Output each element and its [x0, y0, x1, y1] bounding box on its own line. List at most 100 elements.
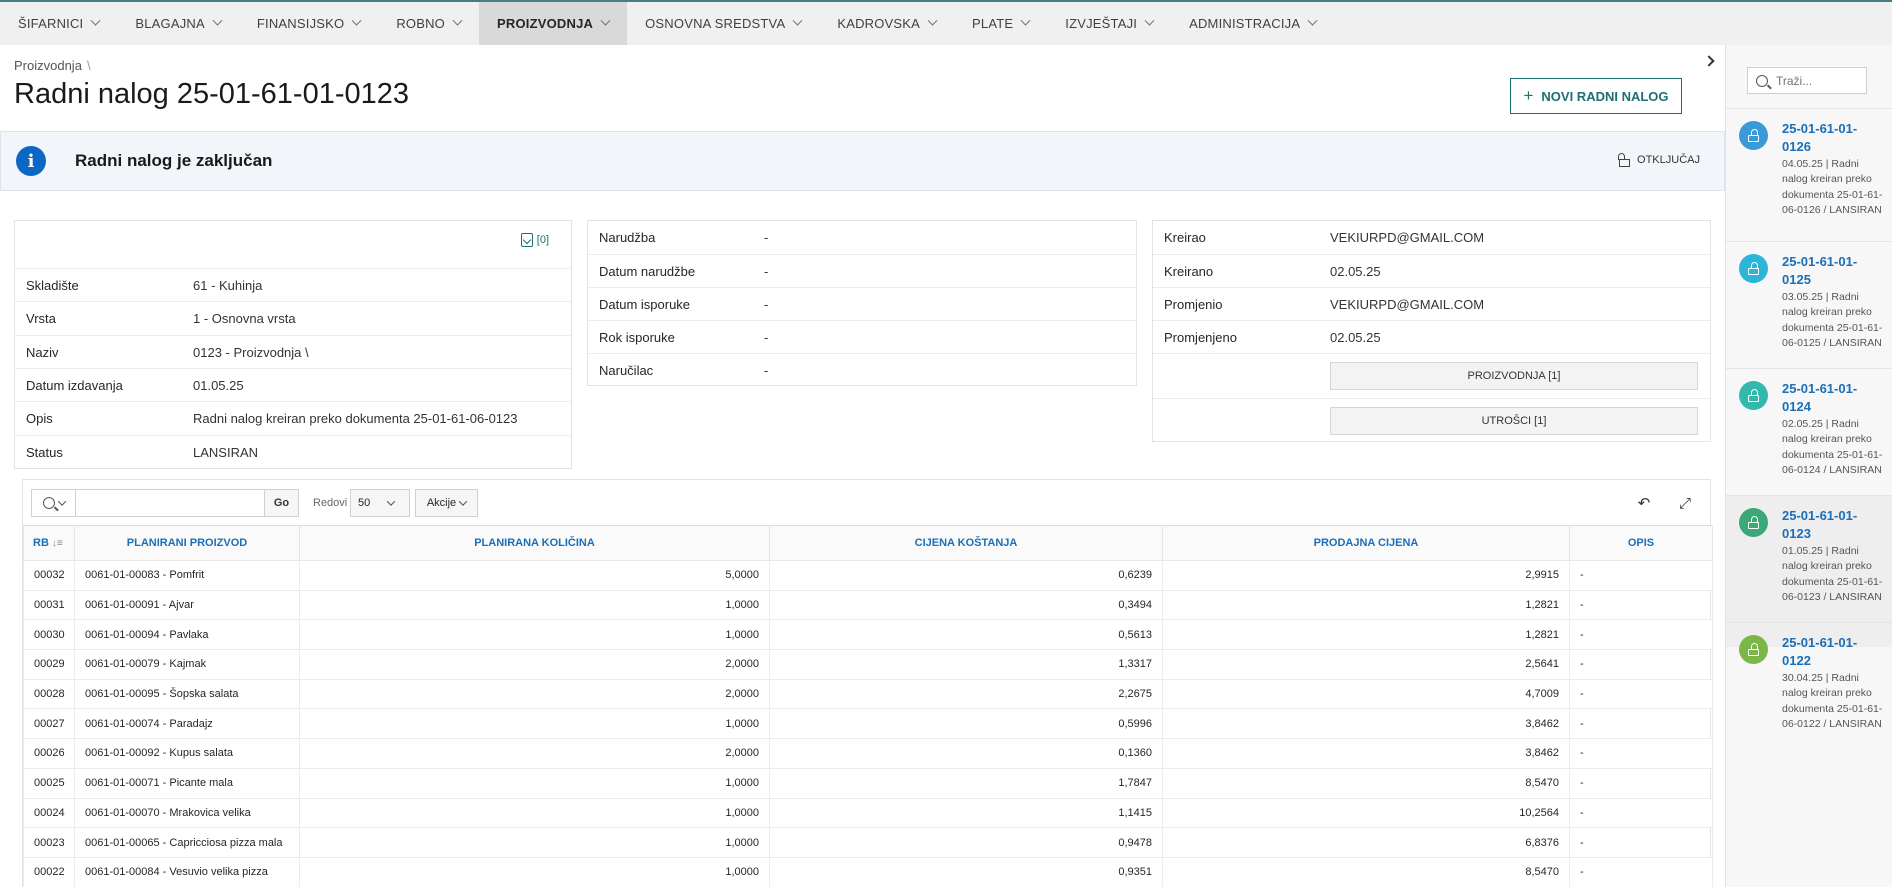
- detail-row: Status LANSIRAN: [15, 435, 571, 468]
- cell-price: 4,7009: [1162, 678, 1570, 710]
- sidebar-search-input[interactable]: [1776, 73, 1856, 88]
- reset-icon[interactable]: ↶: [1634, 493, 1654, 513]
- cell-product: 0061-01-00095 - Šopska salata: [74, 678, 300, 710]
- cell-quantity: 1,0000: [299, 589, 770, 621]
- table-row: 00025 0061-01-00071 - Picante mala 1,0000 1…: [23, 767, 1713, 799]
- column-header-price[interactable]: PRODAJNA CIJENA: [1162, 525, 1570, 561]
- detail-value: 1 - Osnovna vrsta: [193, 310, 296, 326]
- cell-price: 8,5470: [1162, 767, 1570, 799]
- cell-quantity: 1,0000: [299, 767, 770, 799]
- lock-icon: [1739, 254, 1768, 283]
- cell-product: 0061-01-00074 - Paradajz: [74, 708, 300, 740]
- column-header-quantity[interactable]: PLANIRANA KOLIČINA: [299, 525, 770, 561]
- nav-robno[interactable]: ROBNO: [378, 2, 479, 45]
- detail-row: Naručilac -: [588, 353, 1136, 386]
- chevron-down-icon: [1307, 15, 1318, 26]
- sidebar-order-item[interactable]: 25-01-61-01-0122 30.04.25 | Radni nalog k…: [1726, 622, 1892, 774]
- unlock-button[interactable]: OTKLJUČAJ: [1618, 153, 1700, 167]
- nav-izvjestaji[interactable]: IZVJEŠTAJI: [1047, 2, 1171, 45]
- column-header-description[interactable]: OPIS: [1569, 525, 1713, 561]
- sidebar-order-title[interactable]: 25-01-61-01-0124: [1782, 380, 1882, 416]
- nav-label: PLATE: [972, 16, 1014, 31]
- sidebar-order-title[interactable]: 25-01-61-01-0126: [1782, 120, 1882, 156]
- expand-icon[interactable]: ⤢: [1675, 493, 1695, 513]
- nav-sifarnici[interactable]: ŠIFARNICI: [0, 2, 117, 45]
- button-row: PROIZVODNJA [1]: [1153, 353, 1710, 398]
- sidebar-order-title[interactable]: 25-01-61-01-0125: [1782, 253, 1882, 289]
- table-row: 00026 0061-01-00092 - Kupus salata 2,0000 0…: [23, 738, 1713, 769]
- detail-row: Datum izdavanja 01.05.25: [15, 368, 571, 401]
- chevron-down-icon: [1144, 15, 1155, 26]
- cell-product: 0061-01-00079 - Kajmak: [74, 649, 300, 680]
- nav-finansijsko[interactable]: FINANSIJSKO: [239, 2, 378, 45]
- sidebar-order-item[interactable]: 25-01-61-01-0126 04.05.25 | Radni nalog k…: [1726, 108, 1892, 260]
- cell-description: -: [1569, 649, 1713, 680]
- column-header-product[interactable]: PLANIRANI PROIZVOD: [74, 525, 300, 561]
- rows-label: Redovi: [313, 497, 348, 509]
- detail-label: Datum izdavanja: [26, 377, 123, 393]
- documents-link[interactable]: [0]: [520, 233, 549, 247]
- detail-row: Promjenio VEKIURPD@GMAIL.COM: [1153, 287, 1710, 320]
- detail-value: -: [764, 230, 769, 245]
- cell-description: -: [1569, 827, 1713, 858]
- column-header-cost[interactable]: CIJENA KOŠTANJA: [769, 525, 1163, 561]
- table-row: 00031 0061-01-00091 - Ajvar 1,0000 0,3494 1,…: [23, 589, 1713, 621]
- breadcrumb-link[interactable]: Proizvodnja: [14, 58, 82, 73]
- unlock-label: OTKLJUČAJ: [1637, 154, 1700, 166]
- detail-row: Naziv 0123 - Proizvodnja \: [15, 335, 571, 368]
- cell-quantity: 1,0000: [299, 856, 770, 887]
- nav-administracija[interactable]: ADMINISTRACIJA: [1171, 2, 1334, 45]
- cell-cost: 0,1360: [769, 738, 1163, 769]
- detail-label: Kreirao: [1164, 230, 1206, 245]
- related-orders-sidebar: 25-01-61-01-012604.05.25 | Radni nalog k…: [1725, 45, 1892, 887]
- sidebar-order-title[interactable]: 25-01-61-01-0122: [1782, 634, 1882, 670]
- cell-description: -: [1569, 708, 1713, 740]
- cell-cost: 2,2675: [769, 678, 1163, 710]
- info-icon: i: [16, 146, 46, 176]
- nav-label: KADROVSKA: [837, 16, 921, 31]
- cell-price: 6,8376: [1162, 827, 1570, 858]
- table-row: 00032 0061-01-00083 - Pomfrit 5,0000 0,6239…: [23, 560, 1713, 591]
- utrosci-button[interactable]: UTROŠCI [1]: [1330, 407, 1698, 435]
- detail-label: Naručilac: [599, 362, 654, 378]
- new-work-order-button[interactable]: + NOVI RADNI NALOG: [1510, 78, 1682, 114]
- sidebar-order-description: 04.05.25 | Radni nalog kreiran preko dok…: [1782, 158, 1883, 216]
- nav-proizvodnja[interactable]: PROIZVODNJA: [479, 2, 628, 45]
- cell-cost: 0,5613: [769, 619, 1163, 651]
- sidebar-order-title[interactable]: 25-01-61-01-0123: [1782, 507, 1882, 543]
- report-table: RB ↓≡ PLANIRANI PROIZVOD PLANIRANA KOLIČI…: [23, 525, 1713, 887]
- collapse-sidebar-button[interactable]: [1694, 46, 1724, 76]
- cell-price: 2,5641: [1162, 649, 1570, 680]
- column-header-rb[interactable]: RB ↓≡: [23, 525, 75, 561]
- search-column-selector[interactable]: [32, 490, 76, 516]
- page-title: Radni nalog 25-01-61-01-0123: [14, 78, 410, 110]
- detail-row: Vrsta 1 - Osnovna vrsta: [15, 301, 571, 334]
- cell-quantity: 1,0000: [299, 708, 770, 740]
- clipboard-icon: [520, 233, 533, 247]
- lock-icon: [1739, 121, 1768, 150]
- proizvodnja-button[interactable]: PROIZVODNJA [1]: [1330, 362, 1698, 390]
- nav-osnovna-sredstva[interactable]: OSNOVNA SREDSTVA: [627, 2, 819, 45]
- sidebar-search: [1747, 67, 1867, 94]
- table-row: 00029 0061-01-00079 - Kajmak 2,0000 1,3317 2…: [23, 649, 1713, 680]
- nav-label: ADMINISTRACIJA: [1189, 16, 1301, 31]
- nav-label: ŠIFARNICI: [18, 16, 84, 31]
- cell-rb: 00025: [23, 767, 75, 799]
- go-button[interactable]: Go: [264, 490, 298, 516]
- table-row: 00030 0061-01-00094 - Pavlaka 1,0000 0,5613…: [23, 619, 1713, 651]
- nav-blagajna[interactable]: BLAGAJNA: [117, 2, 239, 45]
- cell-cost: 0,5996: [769, 708, 1163, 740]
- detail-row: Kreirano 02.05.25: [1153, 254, 1710, 287]
- cell-product: 0061-01-00094 - Pavlaka: [74, 619, 300, 651]
- search-icon: [1756, 74, 1768, 87]
- nav-kadrovska[interactable]: KADROVSKA: [819, 2, 954, 45]
- lock-icon: [1739, 381, 1768, 410]
- actions-menu-button[interactable]: Akcije: [415, 489, 478, 517]
- detail-row: Promjenjeno 02.05.25: [1153, 320, 1710, 353]
- detail-label: Promjenjeno: [1164, 329, 1237, 345]
- nav-plate[interactable]: PLATE: [954, 2, 1047, 45]
- rows-select[interactable]: 50: [350, 489, 410, 517]
- report-search-input[interactable]: [76, 490, 264, 516]
- detail-value: 01.05.25: [193, 377, 244, 393]
- cell-quantity: 1,0000: [299, 827, 770, 858]
